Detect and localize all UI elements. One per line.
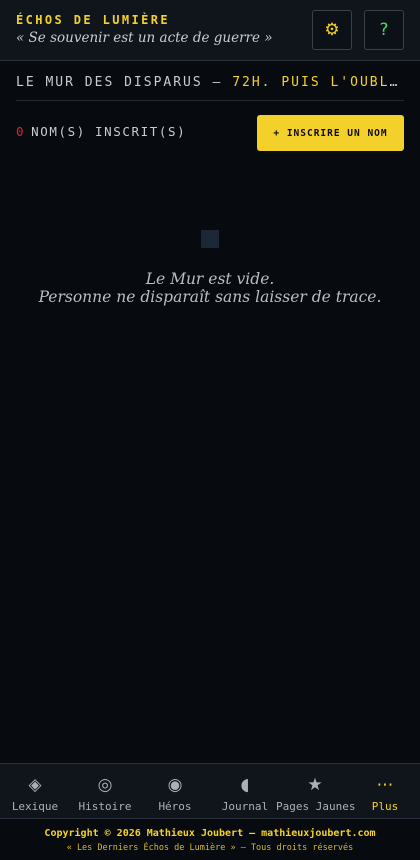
star-icon: ★ [307, 775, 323, 795]
nav-item-heros[interactable]: ◉ Héros [140, 764, 210, 820]
name-count-value: 0 [16, 124, 26, 139]
wall-title: LE MUR DES DISPARUS — 72H. PUIS L'OUBLI. [16, 75, 404, 90]
nav-item-histoire[interactable]: ◎ Histoire [70, 764, 140, 820]
wall-title-accent: 72H. PUIS L'OUBLI. [232, 75, 404, 90]
app-title: ÉCHOS DE LUMIÈRE [16, 13, 170, 27]
heros-icon: ◉ [167, 775, 183, 795]
footer: Copyright © 2026 Mathieux Joubert — math… [0, 819, 420, 860]
journal-icon: ◖ [240, 775, 250, 795]
nav-item-label: Histoire [78, 800, 132, 813]
footer-copyright: Copyright © 2026 Mathieux Joubert — math… [44, 828, 376, 839]
footer-rights: « Les Derniers Échos de Lumière » — Tous… [66, 843, 354, 853]
bottom-nav: ◈ Lexique ◎ Histoire ◉ Héros ◖ Journal ★… [0, 763, 420, 819]
wall-title-prefix: LE MUR DES DISPARUS — [16, 75, 223, 90]
help-button[interactable]: ? [364, 10, 404, 50]
inscribe-name-button[interactable]: + INSCRIRE UN NOM [257, 115, 404, 151]
section-divider [16, 100, 404, 101]
nav-item-label: Plus [371, 800, 399, 813]
empty-state-icon [201, 230, 219, 248]
nav-item-pages-jaunes[interactable]: ★ Pages Jaunes [276, 764, 355, 820]
nav-item-journal[interactable]: ◖ Journal [210, 764, 280, 820]
nav-item-plus[interactable]: ⋯ Plus [350, 764, 420, 820]
nav-item-label: Héros [158, 800, 192, 813]
name-count-label: NOM(S) INSCRIT(S) [31, 124, 187, 139]
lexique-icon: ◈ [28, 775, 42, 795]
empty-state-message: Le Mur est vide. Personne ne disparaît s… [0, 270, 420, 306]
more-icon: ⋯ [376, 775, 394, 795]
app-header: ÉCHOS DE LUMIÈRE « Se souvenir est un ac… [0, 0, 420, 61]
nav-item-lexique[interactable]: ◈ Lexique [0, 764, 70, 820]
nav-item-label: Lexique [11, 800, 59, 813]
nav-item-label: Pages Jaunes [276, 800, 356, 813]
nav-item-label: Journal [221, 800, 269, 813]
histoire-icon: ◎ [97, 775, 113, 795]
empty-state-line-2: Personne ne disparaît sans laisser de tr… [38, 288, 382, 306]
settings-button[interactable]: ⚙ [312, 10, 352, 50]
name-count: 0 NOM(S) INSCRIT(S) [16, 124, 186, 139]
help-icon: ? [379, 20, 389, 40]
empty-state-line-1: Le Mur est vide. [145, 270, 275, 288]
gear-icon: ⚙ [324, 20, 340, 40]
app-tagline: « Se souvenir est un acte de guerre » [16, 30, 273, 46]
